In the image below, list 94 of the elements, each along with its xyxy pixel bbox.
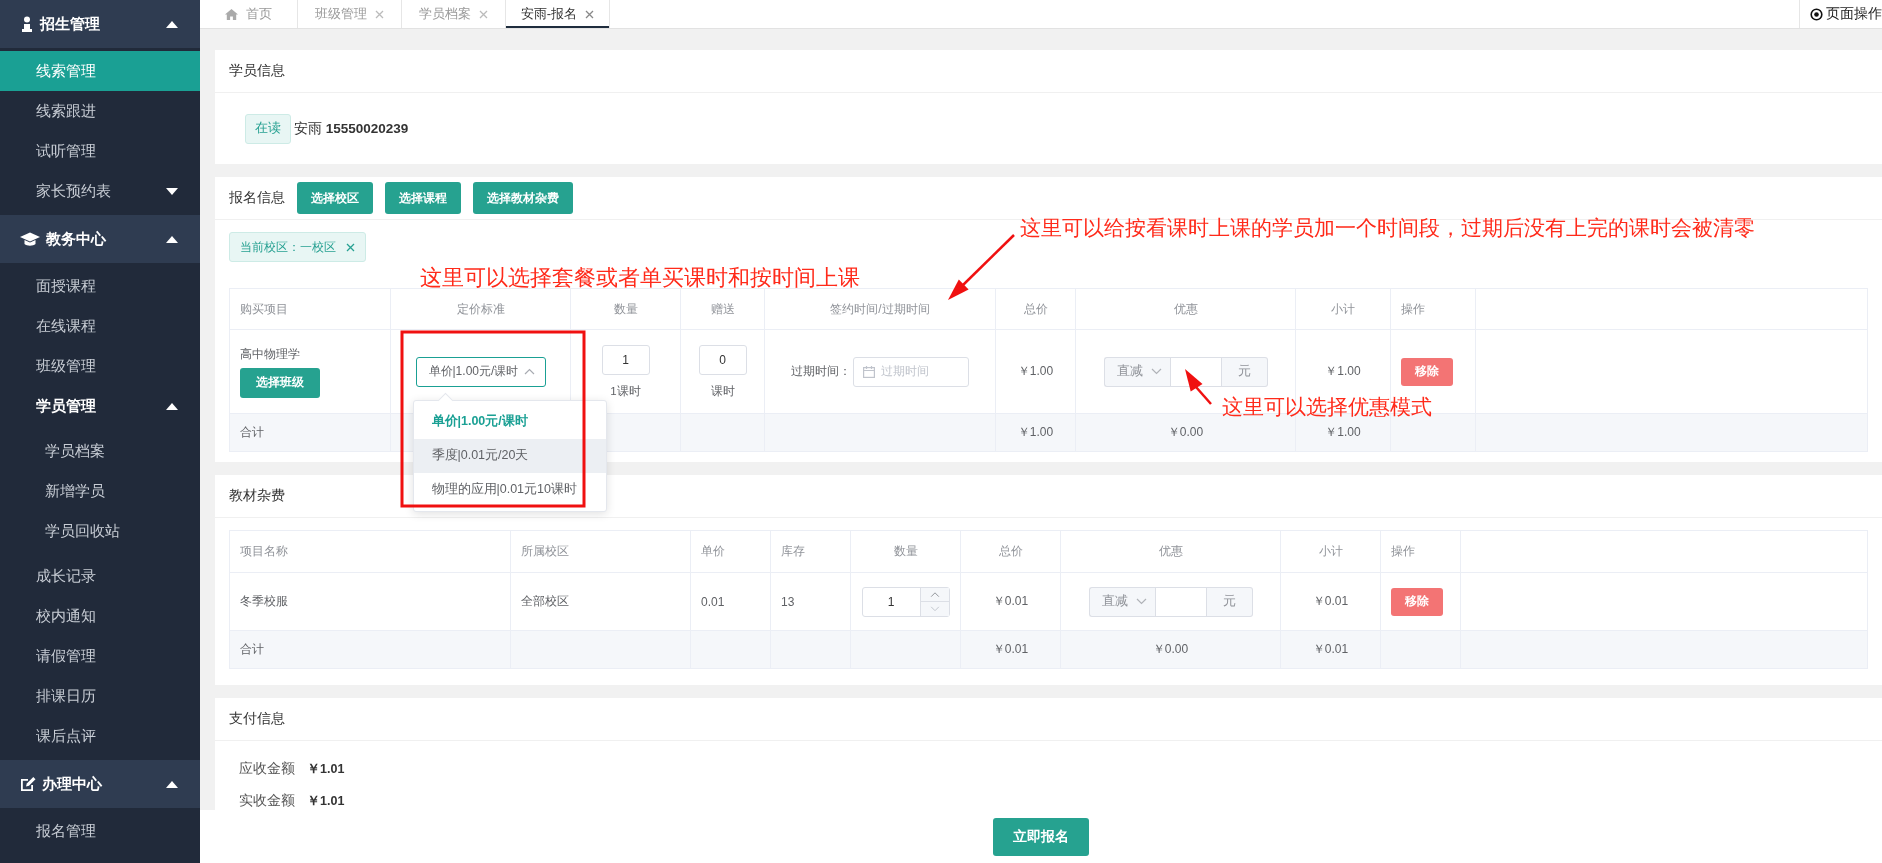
tab[interactable]: 安雨-报名 [506, 0, 610, 28]
column-header: 数量 [850, 530, 961, 573]
number-stepper[interactable]: 1 [861, 586, 950, 617]
sidebar-item[interactable]: 面授课程 [0, 266, 200, 306]
page-actions-button[interactable]: 页面操作 [1799, 0, 1882, 28]
calendar-icon [863, 365, 875, 378]
column-header: 单价 [690, 530, 771, 573]
column-header: 总价 [995, 288, 1076, 330]
column-header: 定价标准 [390, 288, 571, 330]
close-icon [479, 9, 488, 19]
sidebar-item[interactable]: 家长预约表 [0, 171, 200, 211]
table-cell: 13 [770, 572, 851, 631]
table-cell: ￥0.01 [960, 572, 1061, 631]
chevron-icon [1150, 368, 1162, 375]
campus-tag: 当前校区：一校区 [229, 232, 366, 262]
chevron-down-icon [920, 601, 949, 616]
person-icon [20, 16, 34, 32]
table-cell: ￥1.00 [995, 413, 1076, 452]
sidebar-group-header[interactable]: 招生管理 [0, 0, 200, 48]
sidebar-item[interactable]: 校内通知 [0, 596, 200, 636]
chevron-icon [1135, 598, 1147, 605]
column-header: 项目名称 [229, 530, 511, 573]
table-cell: ￥0.01 [1280, 630, 1381, 669]
table-cell: 冬季校服 [229, 572, 511, 631]
course-name: 高中物理学 [240, 345, 301, 363]
table-cell: 0.01 [690, 572, 771, 631]
column-header: 数量 [570, 288, 681, 330]
sidebar-item[interactable]: 学员回收站 [0, 511, 200, 551]
column-header: 赠送 [680, 288, 765, 330]
sidebar-item[interactable]: 排课日历 [0, 676, 200, 716]
section-title: 支付信息 [229, 710, 285, 728]
status-tag: 在读 [245, 113, 291, 144]
sidebar-item[interactable]: 学员管理 [0, 386, 200, 426]
table-cell: ￥1.00 [995, 329, 1076, 414]
close-icon [585, 9, 595, 19]
target-icon [1810, 7, 1823, 21]
annotation-text: 这里可以选择套餐或者单买课时和按时间上课 [420, 265, 860, 291]
column-header: 操作 [1380, 530, 1461, 573]
field-label: 实收金额 [239, 792, 295, 810]
section-title: 教材杂费 [229, 487, 285, 505]
student-name: 安雨 15550020239 [294, 119, 409, 138]
column-header: 购买项目 [229, 288, 391, 330]
sidebar-item[interactable]: 学员档案 [0, 431, 200, 471]
unit-label: 元 [1221, 356, 1268, 387]
unit-label: 课时 [709, 383, 736, 399]
column-header: 总价 [960, 530, 1061, 573]
column-header: 小计 [1295, 288, 1391, 330]
edit-icon [20, 776, 36, 792]
quantity-field[interactable]: 1 [601, 344, 650, 375]
sidebar-item[interactable]: 试听管理 [0, 131, 200, 171]
pricing-select[interactable]: 单价|1.00元/课时 [415, 356, 546, 387]
sidebar-item[interactable]: 报名管理 [0, 811, 200, 851]
section-title: 学员信息 [229, 62, 285, 80]
sidebar-group-header[interactable]: 教务中心 [0, 215, 200, 263]
table-cell: 全部校区 [510, 572, 691, 631]
annotation-text: 这里可以给按看课时上课的学员加一个时间段，过期后没有上完的课时会被清零 [1020, 215, 1755, 241]
sidebar-group-header[interactable]: 办理中心 [0, 760, 200, 808]
column-header: 库存 [770, 530, 851, 573]
sidebar-item[interactable]: 请假管理 [0, 636, 200, 676]
graduation-cap-icon [20, 231, 40, 247]
table-cell: 合计 [229, 413, 391, 452]
column-header: 小计 [1280, 530, 1381, 573]
column-header: 签约时间/过期时间 [764, 288, 996, 330]
dropdown-option[interactable]: 季度|0.01元/20天 [413, 438, 606, 473]
close-icon [375, 9, 384, 19]
amount-value: ￥1.01 [307, 760, 345, 778]
dropdown-option[interactable]: 物理的应用|0.01元10课时 [413, 472, 606, 507]
sidebar-item[interactable]: 课后点评 [0, 716, 200, 756]
sidebar-item[interactable]: 班级管理 [0, 346, 200, 386]
amount-value: ￥1.01 [307, 792, 345, 810]
annotation-arrow [948, 234, 1015, 300]
gift-field[interactable]: 0 [698, 344, 747, 375]
section-title: 报名信息 [229, 189, 285, 207]
unit-label: 元 [1206, 586, 1253, 617]
field-label: 应收金额 [239, 760, 295, 778]
field-label: 过期时间： [791, 363, 851, 380]
sidebar-item[interactable]: 在线课程 [0, 306, 200, 346]
sidebar-item[interactable]: 新增学员 [0, 471, 200, 511]
table-cell: ￥0.00 [1060, 630, 1281, 669]
close-icon [346, 242, 355, 252]
chevron-up-icon [920, 587, 949, 601]
column-header: 优惠 [1075, 288, 1296, 330]
sidebar-item[interactable]: 成长记录 [0, 556, 200, 596]
table-cell: ￥0.01 [1280, 572, 1381, 631]
column-header: 所属校区 [510, 530, 691, 573]
column-header: 优惠 [1060, 530, 1281, 573]
home-icon [225, 8, 238, 20]
column-header: 操作 [1390, 288, 1476, 330]
sidebar-item[interactable]: 线索跟进 [0, 91, 200, 131]
table-cell: 合计 [229, 630, 511, 669]
unit-label: 1课时 [609, 383, 642, 399]
table-cell: ￥0.01 [960, 630, 1061, 669]
discount-input-field[interactable] [1154, 586, 1207, 617]
annotation-arrow [1185, 369, 1212, 405]
